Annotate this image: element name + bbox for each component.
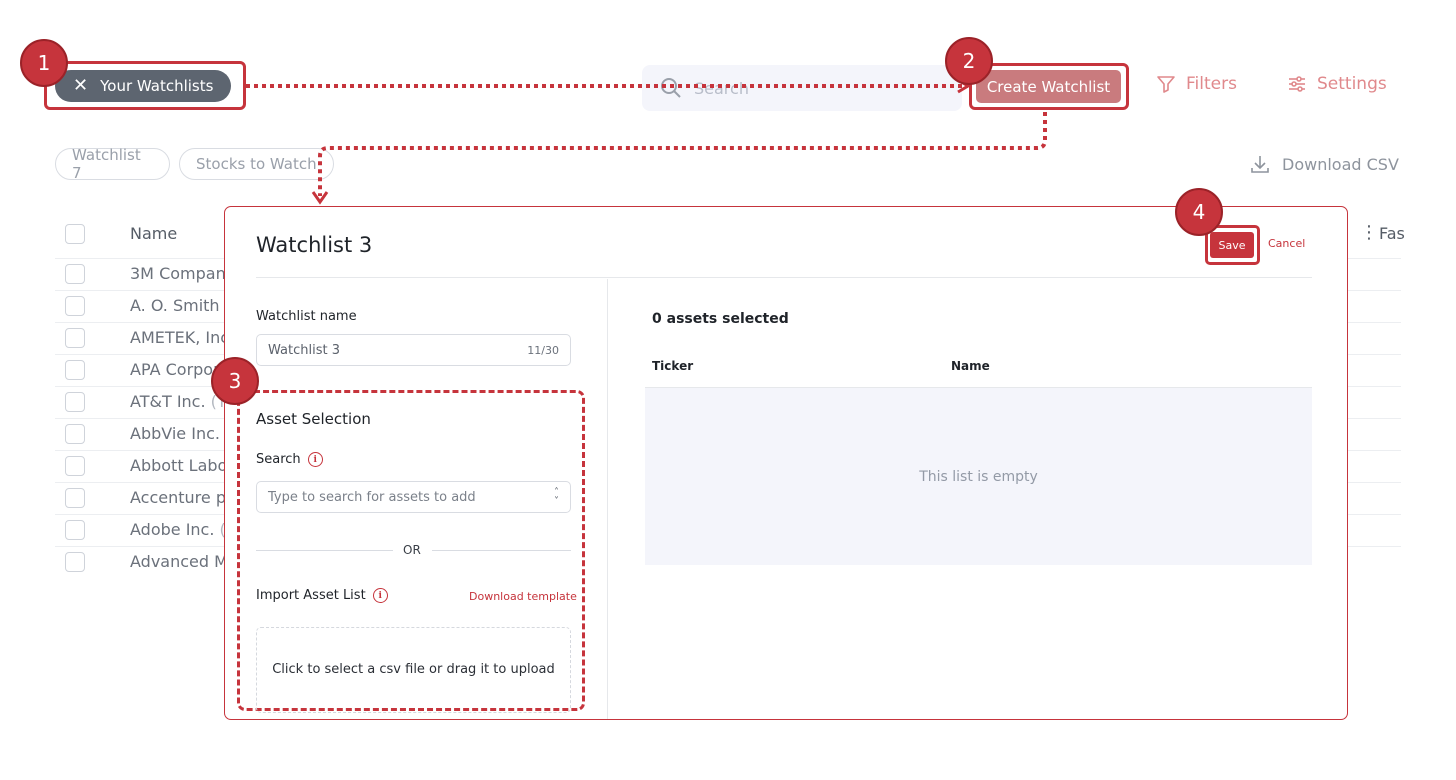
chevron-up-down-icon: ˄ ˅: [554, 487, 559, 507]
column-header-ticker: Ticker: [652, 359, 694, 373]
kebab-menu-icon[interactable]: ⋮: [1360, 222, 1378, 243]
row-name: AbbVie Inc. (: [130, 424, 231, 443]
row-name: 3M Company: [130, 264, 235, 283]
search-icon: [661, 78, 681, 98]
cancel-button[interactable]: Cancel: [1268, 237, 1305, 250]
or-divider-right: [432, 550, 571, 551]
watchlist-name-input[interactable]: Watchlist 3 11/30: [256, 334, 571, 366]
row-checkbox[interactable]: [65, 456, 85, 476]
column-header-partial[interactable]: Fas: [1379, 224, 1405, 243]
search-bar[interactable]: Search: [642, 65, 962, 111]
row-checkbox[interactable]: [65, 552, 85, 572]
row-checkbox[interactable]: [65, 296, 85, 316]
assets-selected-count: 0 assets selected: [652, 311, 789, 327]
import-asset-list-label: Import Asset List i: [256, 588, 388, 603]
column-header-name[interactable]: Name: [130, 224, 177, 243]
row-name: Adobe Inc. (A: [130, 520, 237, 539]
search-placeholder: Search: [694, 78, 749, 98]
settings-button[interactable]: Settings: [1287, 74, 1387, 94]
watchlist-name-value: Watchlist 3: [268, 342, 340, 358]
csv-drop-zone[interactable]: Click to select a csv file or drag it to…: [256, 627, 571, 713]
import-asset-list-text: Import Asset List: [256, 588, 366, 603]
row-name-text: AMETEK, Inc: [130, 328, 230, 347]
asset-search-label-text: Search: [256, 452, 301, 467]
settings-label: Settings: [1317, 74, 1387, 94]
step-marker-3: 3: [211, 357, 259, 405]
row-name-text: Abbott Labo: [130, 456, 228, 475]
watchlist-chip[interactable]: Stocks to Watch: [179, 148, 334, 180]
row-name-text: APA Corpor: [130, 360, 220, 379]
row-checkbox[interactable]: [65, 328, 85, 348]
modal-title: Watchlist 3: [256, 233, 373, 257]
download-csv-button[interactable]: Download CSV: [1250, 154, 1399, 174]
column-header-name: Name: [951, 359, 990, 373]
row-checkbox[interactable]: [65, 264, 85, 284]
watchlist-chip[interactable]: Watchlist 7: [55, 146, 170, 182]
row-name-text: A. O. Smith C: [130, 296, 236, 315]
info-icon[interactable]: i: [307, 452, 323, 467]
highlight-box-1: [44, 61, 246, 110]
asset-search-combobox[interactable]: Type to search for assets to add ˄ ˅: [256, 481, 571, 513]
row-checkbox[interactable]: [65, 424, 85, 444]
filters-label: Filters: [1186, 74, 1237, 94]
create-watchlist-modal: Watchlist 3 Save Cancel Watchlist name W…: [224, 206, 1348, 720]
column-divider: [607, 279, 608, 719]
sliders-icon: [1289, 76, 1305, 92]
empty-list-text: This list is empty: [919, 468, 1038, 485]
asset-search-label: Search i: [256, 452, 323, 467]
filter-icon: [1157, 76, 1175, 93]
or-separator: OR: [403, 543, 421, 557]
step-marker-4: 4: [1175, 188, 1223, 236]
character-counter: 11/30: [527, 343, 559, 357]
row-checkbox[interactable]: [65, 488, 85, 508]
filters-button[interactable]: Filters: [1156, 74, 1237, 94]
row-name-text: Accenture pl: [130, 488, 231, 507]
info-icon[interactable]: i: [372, 588, 388, 603]
row-checkbox[interactable]: [65, 520, 85, 540]
modal-divider: [256, 277, 1312, 278]
highlight-box-2: [969, 63, 1129, 110]
drop-zone-text: Click to select a csv file or drag it to…: [272, 662, 555, 677]
watchlist-name-label: Watchlist name: [256, 309, 357, 324]
step-marker-2: 2: [945, 37, 993, 85]
download-icon: [1251, 156, 1269, 173]
row-name: A. O. Smith C: [130, 296, 236, 315]
row-checkbox[interactable]: [65, 360, 85, 380]
or-divider-left: [256, 550, 393, 551]
row-name-text: AT&T Inc.: [130, 392, 206, 411]
asset-search-placeholder: Type to search for assets to add: [268, 489, 476, 505]
step-marker-1: 1: [20, 39, 68, 87]
row-name-text: Advanced M: [130, 552, 228, 571]
download-csv-label: Download CSV: [1282, 154, 1399, 174]
row-name: Abbott Labo: [130, 456, 227, 475]
select-all-checkbox[interactable]: [65, 224, 85, 244]
download-template-link[interactable]: Download template: [469, 590, 577, 603]
empty-list-placeholder: This list is empty: [645, 388, 1312, 565]
asset-selection-heading: Asset Selection: [256, 410, 371, 428]
row-name-text: AbbVie Inc.: [130, 424, 220, 443]
row-name-text: 3M Company: [130, 264, 236, 283]
row-name: APA Corpor: [130, 360, 220, 379]
row-name-text: Adobe Inc.: [130, 520, 215, 539]
row-name: AMETEK, Inc: [130, 328, 229, 347]
row-name: Accenture pl: [130, 488, 230, 507]
row-name: Advanced M: [130, 552, 228, 571]
row-checkbox[interactable]: [65, 392, 85, 412]
